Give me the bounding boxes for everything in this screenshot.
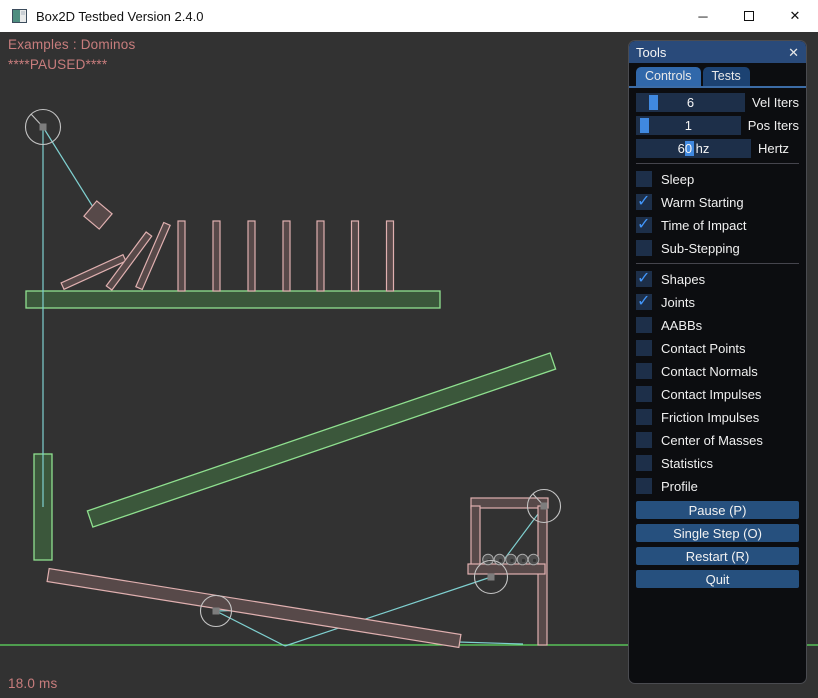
domino-platform — [26, 291, 440, 308]
checkbox-icon[interactable] — [636, 194, 652, 210]
slider-row: 1 Pos Iters — [636, 116, 799, 135]
pos-iters-slider[interactable]: 1 — [636, 116, 741, 135]
checkbox-contact-impulses[interactable]: Contact Impulses — [636, 386, 799, 402]
domino-standing-3[interactable] — [248, 221, 255, 291]
checkbox-label: Time of Impact — [661, 218, 746, 233]
checkbox-icon[interactable] — [636, 171, 652, 187]
domino-leaning-2[interactable] — [136, 223, 170, 290]
tools-close-icon[interactable]: ✕ — [788, 46, 799, 59]
tab-label: Controls — [645, 69, 692, 83]
slider-row: 6 Vel Iters — [636, 93, 799, 112]
checkbox-icon[interactable] — [636, 478, 652, 494]
slider-value: 6 — [636, 93, 745, 112]
domino-standing-5[interactable] — [317, 221, 324, 291]
quit-button[interactable]: Quit — [636, 570, 799, 588]
tools-content: 6 Vel Iters 1 Pos Iters 60 hz Hertz — [629, 88, 806, 588]
frame-top-beam[interactable] — [471, 498, 548, 508]
frame-right-post[interactable] — [538, 506, 547, 645]
hertz-slider[interactable]: 60 hz — [636, 139, 751, 158]
checkbox-label: Statistics — [661, 456, 713, 471]
checkbox-icon[interactable] — [636, 386, 652, 402]
checkbox-label: Center of Masses — [661, 433, 763, 448]
separator — [636, 163, 799, 164]
slider-value: 1 — [636, 116, 741, 135]
checkbox-label: Sleep — [661, 172, 694, 187]
frame-left-post[interactable] — [471, 506, 480, 571]
checkbox-icon[interactable] — [636, 432, 652, 448]
checkbox-icon[interactable] — [636, 340, 652, 356]
checkbox-center-of-masses[interactable]: Center of Masses — [636, 432, 799, 448]
checkbox-icon[interactable] — [636, 409, 652, 425]
tab-label: Tests — [712, 69, 741, 83]
checkbox-icon[interactable] — [636, 294, 652, 310]
tab-controls[interactable]: Controls — [636, 67, 701, 86]
checkbox-icon[interactable] — [636, 240, 652, 256]
checkbox-time-of-impact[interactable]: Time of Impact — [636, 217, 799, 233]
checkbox-label: Contact Points — [661, 341, 746, 356]
domino-standing-7[interactable] — [387, 221, 394, 291]
pendulum-bob[interactable] — [84, 201, 112, 229]
checkbox-icon[interactable] — [636, 317, 652, 333]
checkbox-label: Profile — [661, 479, 698, 494]
checkbox-label: Friction Impulses — [661, 410, 759, 425]
checkbox-label: Contact Impulses — [661, 387, 761, 402]
shelf-balls[interactable] — [483, 554, 539, 565]
slider-label: Pos Iters — [748, 118, 799, 133]
checkbox-label: Shapes — [661, 272, 705, 287]
checkbox-sub-stepping[interactable]: Sub-Stepping — [636, 240, 799, 256]
slider-label: Vel Iters — [752, 95, 799, 110]
tools-panel-title: Tools — [636, 45, 666, 60]
tab-tests[interactable]: Tests — [703, 67, 750, 86]
app-window: Box2D Testbed Version 2.4.0 ─ ✕ — [0, 0, 818, 698]
slider-row: 60 hz Hertz — [636, 139, 799, 158]
separator — [636, 263, 799, 264]
checkbox-contact-normals[interactable]: Contact Normals — [636, 363, 799, 379]
slider-label: Hertz — [758, 141, 789, 156]
slider-value: 60 hz — [636, 139, 751, 158]
checkbox-icon[interactable] — [636, 455, 652, 471]
checkbox-statistics[interactable]: Statistics — [636, 455, 799, 471]
checkbox-label: Sub-Stepping — [661, 241, 740, 256]
paused-indicator: ****PAUSED**** — [8, 57, 107, 72]
checkbox-friction-impulses[interactable]: Friction Impulses — [636, 409, 799, 425]
checkbox-profile[interactable]: Profile — [636, 478, 799, 494]
frame-time: 18.0 ms — [8, 676, 57, 691]
tools-panel: Tools ✕ Controls Tests 6 Vel Iters 1 Pos… — [628, 40, 807, 684]
checkbox-joints[interactable]: Joints — [636, 294, 799, 310]
checkbox-icon[interactable] — [636, 363, 652, 379]
domino-standing-2[interactable] — [213, 221, 220, 291]
tools-panel-titlebar[interactable]: Tools ✕ — [629, 41, 806, 63]
domino-standing-4[interactable] — [283, 221, 290, 291]
restart-button[interactable]: Restart (R) — [636, 547, 799, 565]
checkbox-label: Warm Starting — [661, 195, 744, 210]
checkbox-aabbs[interactable]: AABBs — [636, 317, 799, 333]
checkbox-icon[interactable] — [636, 271, 652, 287]
checkbox-label: Joints — [661, 295, 695, 310]
checkbox-sleep[interactable]: Sleep — [636, 171, 799, 187]
checkbox-label: Contact Normals — [661, 364, 758, 379]
checkbox-shapes[interactable]: Shapes — [636, 271, 799, 287]
checkbox-label: AABBs — [661, 318, 702, 333]
pause-button[interactable]: Pause (P) — [636, 501, 799, 519]
vel-iters-slider[interactable]: 6 — [636, 93, 745, 112]
example-caption: Examples : Dominos — [8, 37, 135, 52]
single-step-button[interactable]: Single Step (O) — [636, 524, 799, 542]
checkbox-warm-starting[interactable]: Warm Starting — [636, 194, 799, 210]
domino-standing-6[interactable] — [352, 221, 359, 291]
checkbox-contact-points[interactable]: Contact Points — [636, 340, 799, 356]
domino-standing-1[interactable] — [178, 221, 185, 291]
tools-tabbar: Controls Tests — [629, 63, 806, 88]
checkbox-icon[interactable] — [636, 217, 652, 233]
